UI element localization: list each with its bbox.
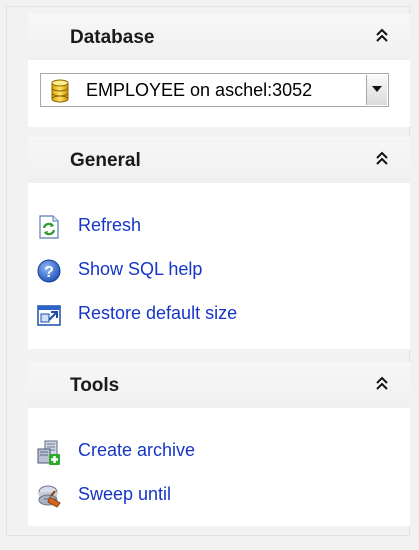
selected-database-value: EMPLOYEE on aschel:3052 (86, 80, 313, 100)
refresh-icon (36, 214, 62, 240)
sweep-icon (36, 483, 62, 509)
database-icon (51, 79, 69, 103)
create-archive-label: Create archive (78, 440, 196, 460)
database-select[interactable]: EMPLOYEE on aschel:3052 (40, 73, 389, 107)
tools-section: Tools Create archive Sweep until (28, 362, 410, 526)
tools-section-header[interactable]: Tools (28, 362, 410, 408)
help-icon: ? (36, 258, 62, 284)
collapse-chevron-icon[interactable] (374, 26, 390, 46)
database-section-header[interactable]: Database (28, 14, 410, 60)
general-section: General Refresh ? Show SQL help Restore … (28, 137, 410, 349)
refresh-label: Refresh (78, 215, 142, 235)
collapse-chevron-icon[interactable] (374, 374, 390, 394)
create-archive-icon (36, 439, 62, 465)
chevron-down-icon (372, 86, 382, 92)
show-sql-help-label: Show SQL help (78, 259, 203, 279)
general-section-title: General (70, 150, 141, 171)
database-section: Database EMPLOYEE on aschel:3052 (28, 14, 410, 127)
restore-size-icon (36, 302, 62, 328)
sweep-until-label: Sweep until (78, 484, 172, 504)
general-section-header[interactable]: General (28, 137, 410, 183)
svg-text:?: ? (44, 264, 54, 281)
restore-default-size-label: Restore default size (78, 303, 238, 323)
dropdown-button[interactable] (366, 75, 387, 105)
database-section-title: Database (70, 27, 155, 48)
collapse-chevron-icon[interactable] (374, 149, 390, 169)
tools-section-title: Tools (70, 375, 120, 396)
